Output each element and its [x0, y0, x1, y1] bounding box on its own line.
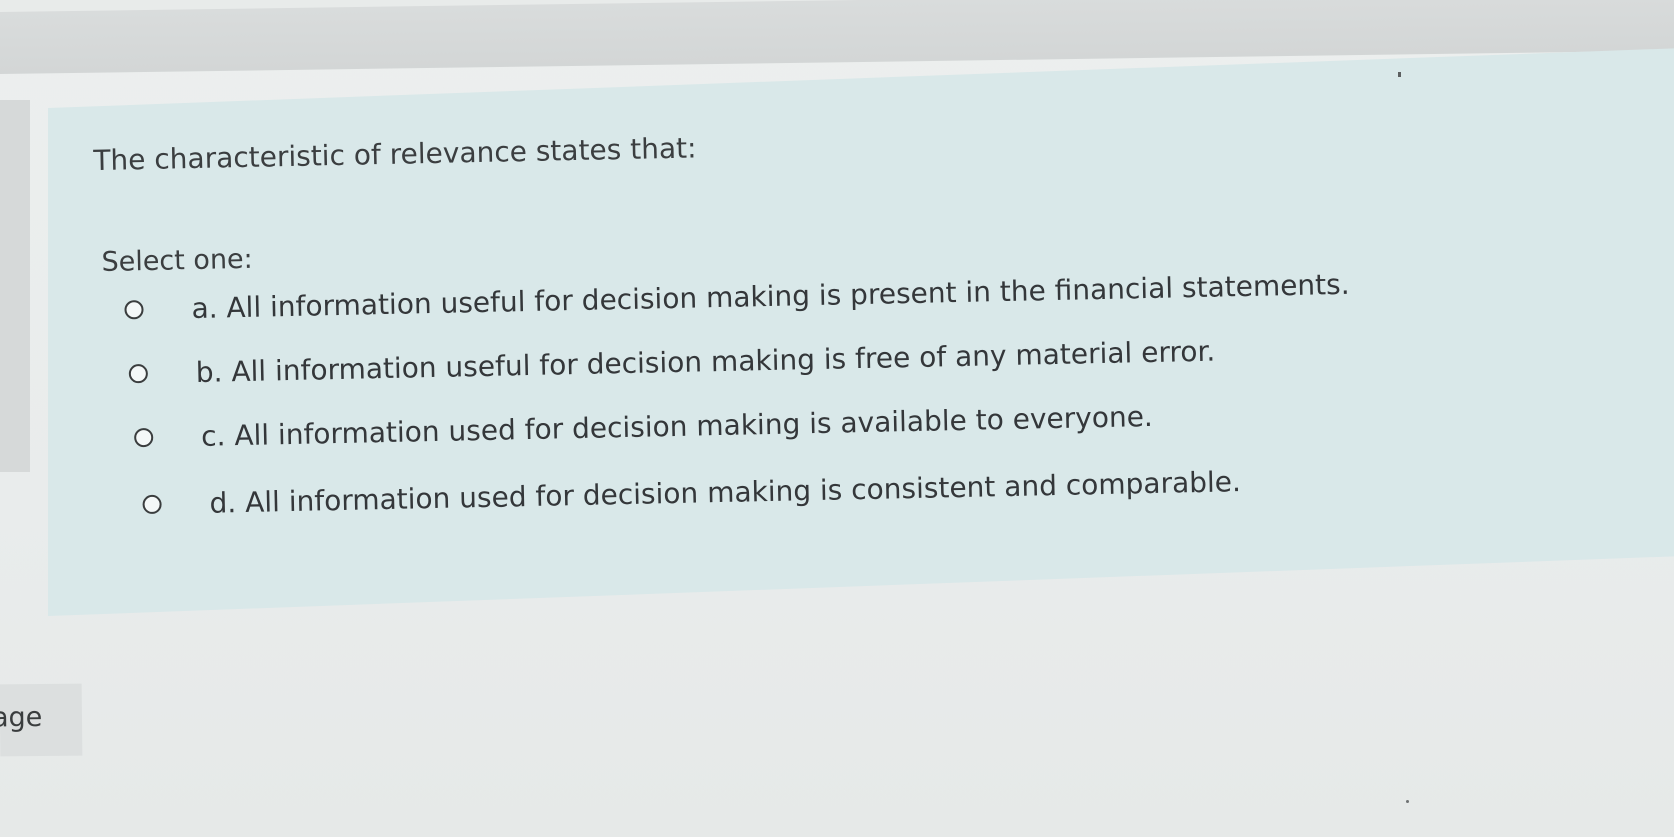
option-c[interactable]: c. All information used for decision mak… [133, 400, 1153, 454]
screen-artifact [1398, 72, 1401, 77]
radio-button-icon[interactable] [124, 300, 144, 320]
option-c-label[interactable]: c. All information used for decision mak… [201, 400, 1153, 453]
radio-button-icon[interactable] [133, 427, 154, 448]
option-b[interactable]: b. All information useful for decision m… [128, 335, 1216, 391]
page-tab-label[interactable]: age [0, 702, 42, 734]
radio-button-icon[interactable] [142, 494, 162, 515]
page-tab[interactable]: age [0, 683, 83, 757]
option-b-label[interactable]: b. All information useful for decision m… [195, 335, 1215, 389]
screen-artifact [1406, 800, 1409, 803]
question-text: The characteristic of relevance states t… [93, 131, 697, 178]
radio-button-icon[interactable] [128, 363, 149, 384]
question-content: The characteristic of relevance states t… [0, 0, 1674, 837]
option-d-label[interactable]: d. All information used for decision mak… [209, 465, 1241, 520]
option-a[interactable]: a. All information useful for decision m… [124, 268, 1350, 327]
option-d[interactable]: d. All information used for decision mak… [142, 465, 1241, 521]
option-a-label[interactable]: a. All information useful for decision m… [191, 268, 1350, 325]
select-one-label: Select one: [101, 243, 254, 278]
